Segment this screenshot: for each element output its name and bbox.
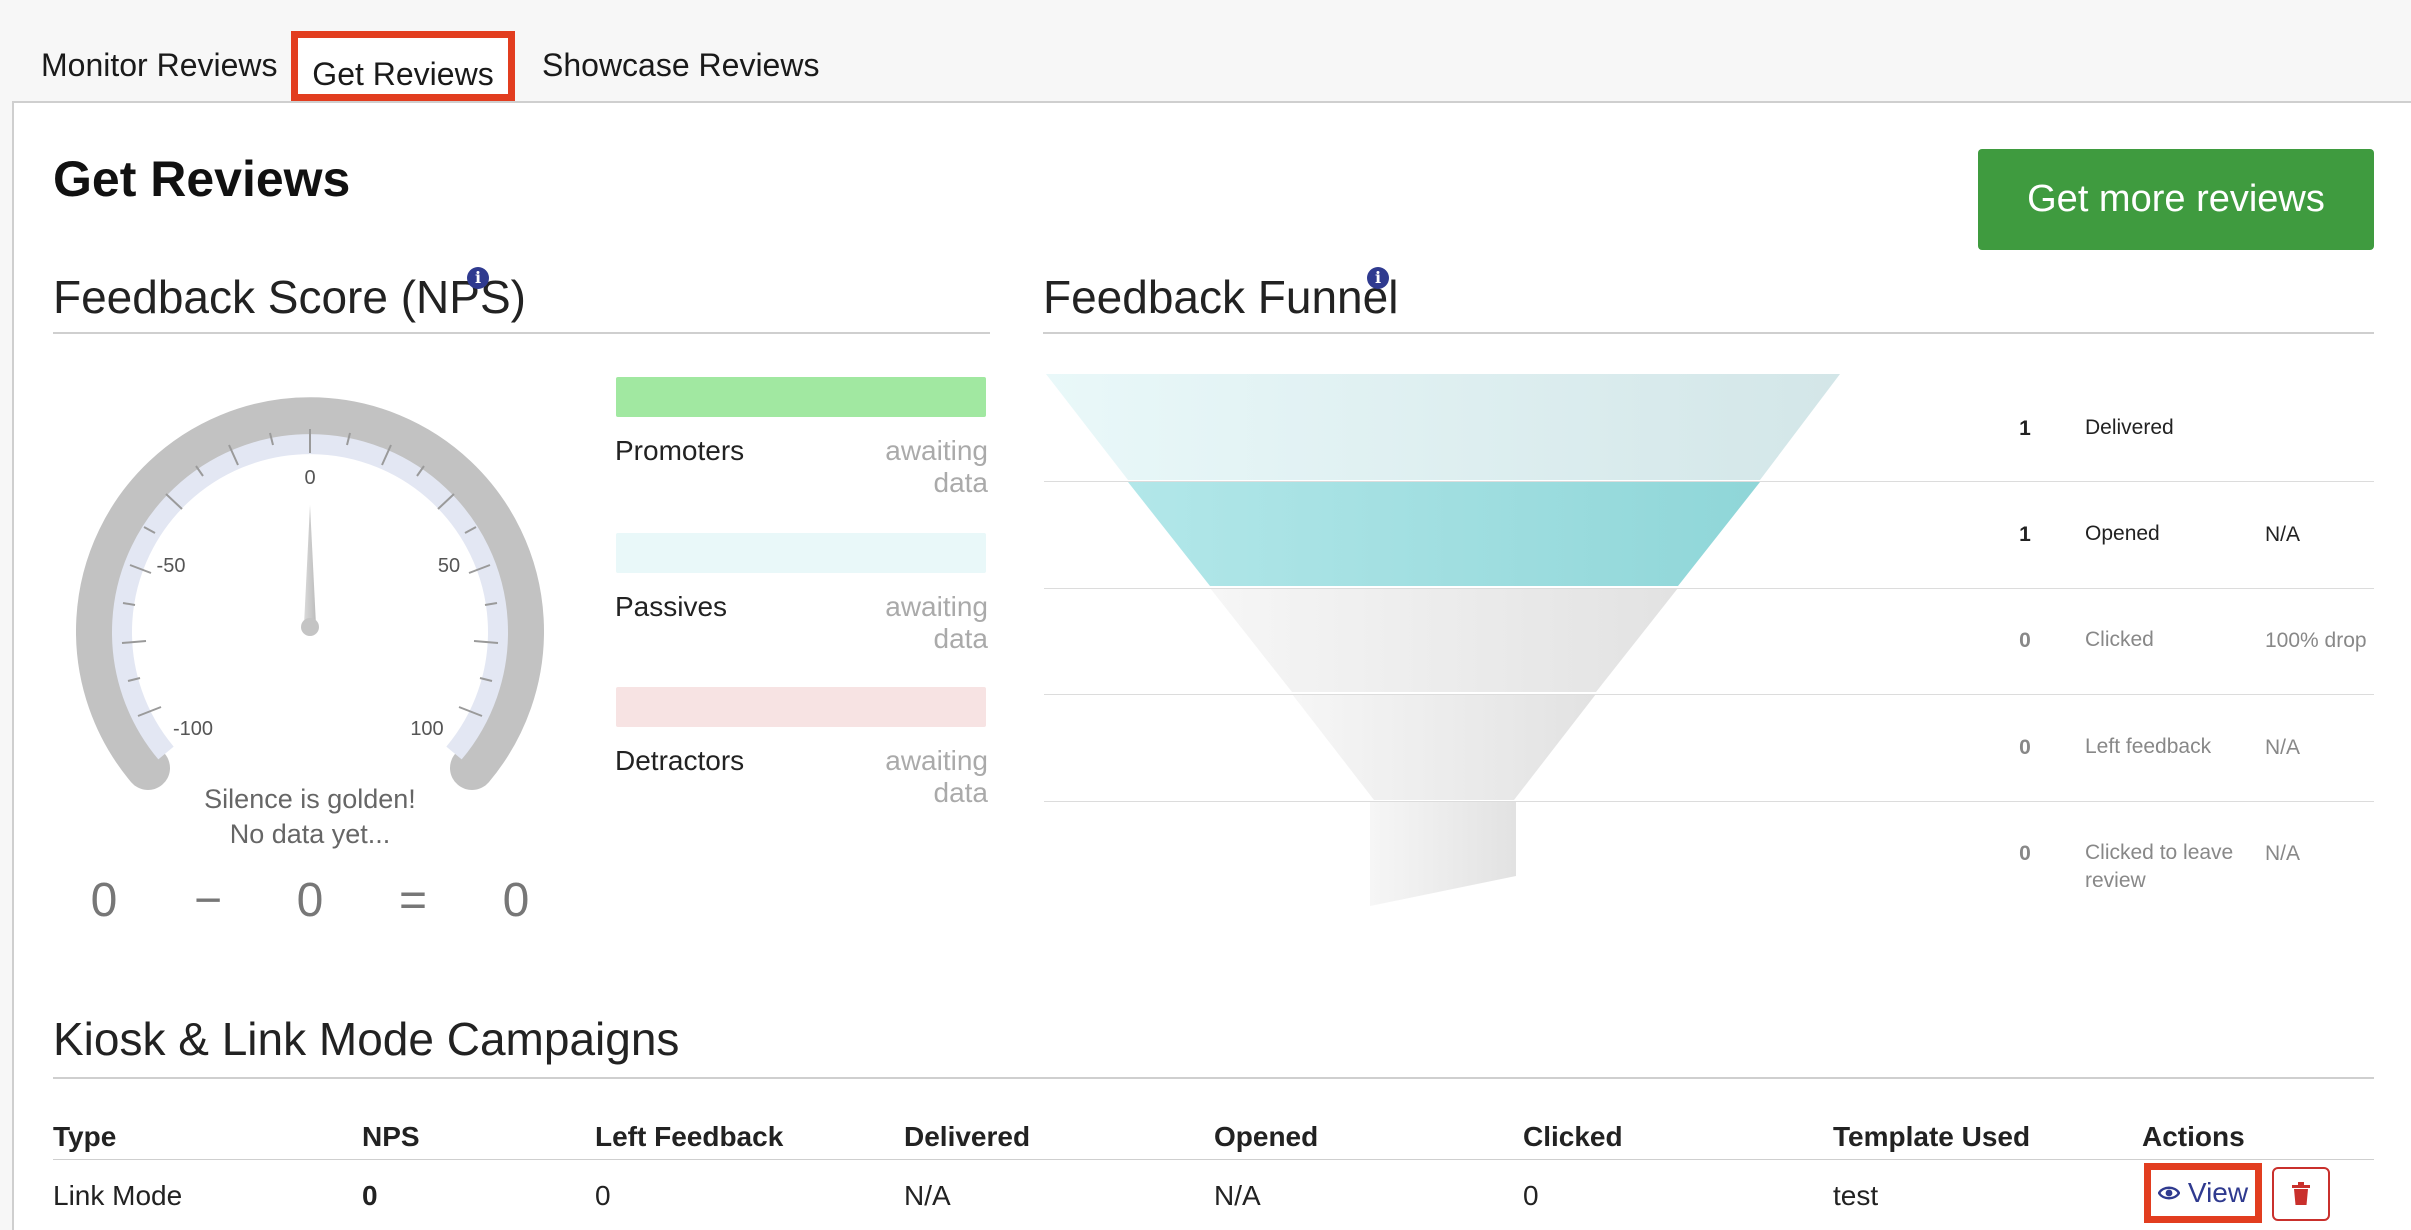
- funnel-stage-left-feedback: [1292, 694, 1596, 800]
- funnel-label: review: [2085, 869, 2146, 892]
- passives-status: awaiting data: [885, 591, 988, 654]
- minus-sign: −: [193, 874, 223, 927]
- tab-get-reviews[interactable]: Get Reviews: [291, 31, 515, 101]
- view-button[interactable]: View: [2144, 1163, 2262, 1223]
- empty-state-title: Silence is golden!: [204, 784, 416, 814]
- gauge-tick-label: 100: [410, 718, 443, 740]
- trash-icon: [2292, 1182, 2310, 1205]
- detractors-bar: [616, 687, 986, 727]
- column-header-delivered: Delivered: [904, 1121, 1031, 1152]
- promoters-bar: [616, 377, 986, 417]
- gauge-tick-label: 0: [304, 467, 315, 489]
- funnel-count: 0: [2019, 629, 2031, 652]
- column-header-type: Type: [53, 1121, 117, 1152]
- gauge-tick-label: 50: [438, 555, 460, 577]
- campaigns-divider: [53, 1077, 2374, 1079]
- info-icon[interactable]: i: [1367, 267, 1389, 289]
- funnel-label: Clicked: [2085, 628, 2154, 651]
- funnel-row-divider: [1044, 694, 2374, 695]
- column-header-left-feedback: Left Feedback: [595, 1121, 784, 1152]
- column-header-template: Template Used: [1833, 1121, 2031, 1152]
- column-header-clicked: Clicked: [1523, 1121, 1623, 1152]
- passives-bar: [616, 533, 986, 573]
- delete-button[interactable]: [2272, 1167, 2330, 1221]
- empty-state-subtitle: No data yet...: [229, 819, 391, 849]
- cell-opened: N/A: [1214, 1180, 1261, 1211]
- funnel-rate: N/A: [2265, 736, 2301, 759]
- funnel-graphic: [1046, 374, 1840, 906]
- view-button-label: View: [2187, 1177, 2249, 1208]
- cell-left-feedback: 0: [595, 1180, 611, 1211]
- cell-nps: 0: [362, 1180, 378, 1211]
- funnel-label: Left feedback: [2085, 735, 2212, 758]
- cell-type: Link Mode: [53, 1180, 183, 1211]
- funnel-label: Clicked to leave: [2085, 841, 2234, 864]
- table-header-divider: [53, 1159, 2374, 1160]
- equals-sign: =: [398, 874, 428, 927]
- page-title: Get Reviews: [53, 151, 351, 207]
- cell-clicked: 0: [1523, 1180, 1539, 1211]
- tab-monitor-reviews[interactable]: Monitor Reviews: [41, 47, 278, 84]
- funnel-rate: N/A: [2265, 523, 2301, 546]
- detractors-status: awaiting data: [885, 745, 988, 808]
- funnel-stage-clicked-review: [1370, 802, 1516, 906]
- funnel-rate: 100% drop: [2265, 629, 2367, 652]
- tab-showcase-reviews[interactable]: Showcase Reviews: [542, 47, 819, 84]
- funnel-stage-delivered: [1046, 374, 1840, 480]
- promoters-count: 0: [90, 874, 118, 927]
- funnel-divider: [1043, 332, 2374, 334]
- column-header-opened: Opened: [1214, 1121, 1319, 1152]
- promoters-status: awaiting data: [885, 435, 988, 498]
- gauge-tick-label: -50: [157, 555, 186, 577]
- nps-gauge: 0 -50 50 -100 100: [76, 397, 544, 790]
- gauge-tick-label: -100: [173, 718, 213, 740]
- campaigns-section-title: Kiosk & Link Mode Campaigns: [53, 1013, 680, 1065]
- funnel-stage-clicked: [1210, 588, 1678, 692]
- get-more-reviews-button[interactable]: Get more reviews: [1978, 149, 2374, 250]
- funnel-count: 0: [2019, 736, 2031, 759]
- funnel-count: 0: [2019, 842, 2031, 865]
- funnel-count: 1: [2019, 417, 2031, 440]
- passives-label: Passives: [615, 591, 728, 622]
- cell-delivered: N/A: [904, 1180, 951, 1211]
- column-header-actions: Actions: [2142, 1121, 2245, 1152]
- detractors-label: Detractors: [615, 745, 745, 776]
- promoters-label: Promoters: [615, 435, 745, 466]
- cell-template: test: [1833, 1180, 1879, 1211]
- eye-icon: [2157, 1186, 2180, 1200]
- funnel-section-title: Feedback Funnel: [1043, 271, 1399, 323]
- nps-result: 0: [502, 874, 530, 927]
- funnel-stage-opened: [1128, 482, 1760, 586]
- funnel-label: Delivered: [2085, 416, 2174, 439]
- funnel-count: 1: [2019, 523, 2031, 546]
- gauge-needle: [304, 505, 316, 625]
- funnel-row-divider: [1044, 481, 2374, 482]
- info-icon[interactable]: i: [467, 267, 489, 289]
- nps-section-title: Feedback Score (NPS): [53, 271, 526, 323]
- funnel-rate: N/A: [2265, 842, 2301, 865]
- tab-label: Get Reviews: [312, 56, 494, 92]
- column-header-nps: NPS: [362, 1121, 420, 1152]
- nps-divider: [53, 332, 990, 334]
- funnel-row-divider: [1044, 588, 2374, 589]
- funnel-row-divider: [1044, 801, 2374, 802]
- funnel-label: Opened: [2085, 522, 2160, 545]
- detractors-count: 0: [296, 874, 324, 927]
